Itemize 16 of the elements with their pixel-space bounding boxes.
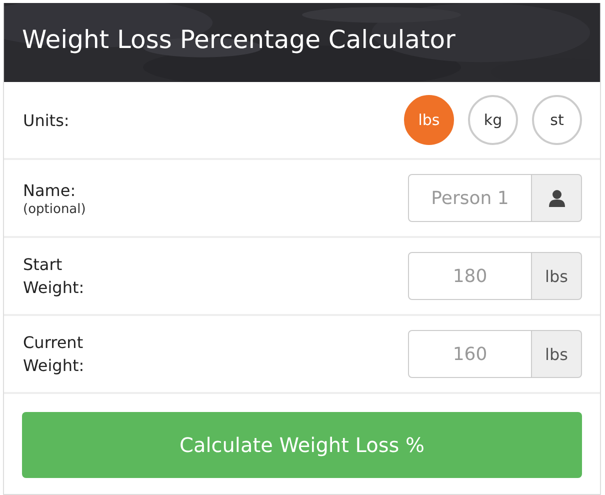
unit-option[interactable]: lbs [404,95,454,145]
input-field[interactable]: 160 [408,330,532,378]
calculate-button[interactable]: Calculate Weight Loss % [22,412,582,478]
person-icon [548,189,566,207]
unit-addon: lbs [532,252,582,300]
field-label: Current Weight: [23,332,86,377]
unit-option[interactable]: st [532,95,582,145]
field-note: (optional) [23,202,87,217]
unit-option[interactable]: kg [468,95,518,145]
field-label: Start Weight: [23,254,86,299]
unit-addon: lbs [532,330,582,378]
input-field[interactable]: Person 1 [408,174,532,222]
units-label: Units: [23,110,70,132]
page-title: Weight Loss Percentage Calculator [22,25,456,54]
field-label: Name: [23,180,77,202]
input-field[interactable]: 180 [408,252,532,300]
